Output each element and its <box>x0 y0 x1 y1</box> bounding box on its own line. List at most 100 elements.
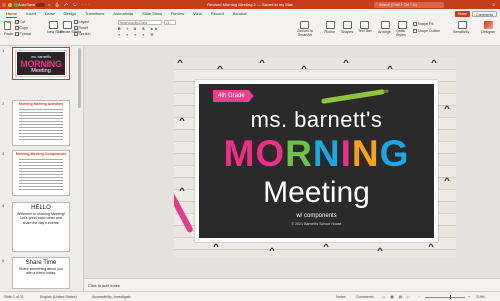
picture-icon[interactable] <box>326 21 335 29</box>
morning-letter: M <box>223 133 256 174</box>
thumbnail-body: Welcome to Morning Meeting! Let's greet … <box>17 212 65 225</box>
thumbnail-body: Share something about you with a friend … <box>19 267 63 276</box>
copy-button[interactable]: Copy <box>15 26 28 30</box>
slide-thumbnail-4[interactable]: HELLO Welcome to Morning Meeting! Let's … <box>12 202 70 252</box>
sensitivity-icon[interactable] <box>458 21 467 29</box>
font-name-field[interactable]: HelloVickyBoChina <box>118 20 162 25</box>
thumbnail-scrollbar[interactable] <box>78 48 81 108</box>
comments-button[interactable]: Comments <box>472 10 497 17</box>
green-marker-image <box>321 89 385 104</box>
ribbon: Paste Cut Copy Format New Slide Reuse Sl… <box>0 18 500 46</box>
tab-acrobat[interactable]: Acrobat <box>233 9 247 18</box>
paint-bucket-icon <box>413 22 417 26</box>
shapes-label[interactable]: Shapes <box>341 30 353 34</box>
shape-outline-button[interactable]: Shape Outline <box>413 29 440 33</box>
tab-home[interactable]: Home <box>6 9 18 18</box>
chevron-decoration: ^ <box>217 66 223 73</box>
layout-icon <box>74 20 78 24</box>
paste-button-label[interactable]: Paste <box>4 32 13 36</box>
font-format-buttons[interactable]: B I U S ab <box>118 27 160 31</box>
copy-label: Copy <box>19 26 28 30</box>
morning-letter: G <box>379 133 410 174</box>
reset-button[interactable]: Reset <box>74 26 88 30</box>
layout-button[interactable]: Layout <box>74 20 89 24</box>
tab-record[interactable]: Record <box>211 9 224 18</box>
chevron-decoration: ^ <box>301 66 307 73</box>
pen-icon <box>413 29 417 33</box>
convert-smartart-icon[interactable] <box>300 21 309 29</box>
tab-insert[interactable]: Insert <box>26 9 36 18</box>
slide-thumbnail-panel[interactable]: 1 ms. barnett's MORNING Meeting 2 Mornin… <box>0 46 84 291</box>
tab-review[interactable]: Review <box>171 9 184 18</box>
zoom-out-button[interactable]: − <box>418 292 420 301</box>
quick-styles-icon[interactable] <box>398 21 407 29</box>
designer-icon[interactable] <box>484 21 493 29</box>
zoom-in-button[interactable]: + <box>468 292 470 301</box>
picture-label[interactable]: Picture <box>324 30 335 34</box>
font-size-value: 26 <box>166 21 170 25</box>
slide[interactable]: ^ ^ ^ ^ ^ ^ ^ ^ ^ ^ ^ ^ ^ ^ ^ ^ 4th Grad… <box>174 58 456 257</box>
paste-icon[interactable] <box>4 20 11 30</box>
chevron-decoration: ^ <box>444 178 450 185</box>
text-box-icon[interactable] <box>360 21 369 29</box>
quick-styles-label[interactable]: Quick Styles <box>396 29 410 38</box>
slide-canvas: ^ ^ ^ ^ ^ ^ ^ ^ ^ ^ ^ ^ ^ ^ ^ ^ 4th Grad… <box>84 46 500 278</box>
cut-button[interactable]: Cut <box>15 20 25 24</box>
chevron-decoration: ^ <box>213 244 219 251</box>
tab-design[interactable]: Design <box>63 9 75 18</box>
thumbnail-text-lines <box>19 157 63 191</box>
convert-smartart-label[interactable]: Convert to SmartArt <box>292 29 318 38</box>
section-button[interactable]: Section <box>74 32 91 36</box>
share-button[interactable]: Share <box>454 10 470 17</box>
designer-label[interactable]: Designer <box>481 30 495 34</box>
search-input[interactable]: Search (Cmd + Ctrl + U) <box>374 1 444 8</box>
notes-toggle[interactable]: Notes <box>336 292 345 301</box>
tab-transitions[interactable]: Transitions <box>85 9 104 18</box>
reuse-slides-icon[interactable] <box>63 21 72 29</box>
zoom-level[interactable]: 119% <box>476 292 485 301</box>
chevron-decoration: ^ <box>428 244 434 251</box>
tab-slide-show[interactable]: Slide Show <box>142 9 162 18</box>
tab-view[interactable]: View <box>193 9 202 18</box>
format-painter-button[interactable]: Format <box>15 32 31 36</box>
view-mode-buttons[interactable]: ▭ ▦ ▤ ▷ <box>382 292 412 301</box>
arrange-icon[interactable] <box>381 21 390 29</box>
accessibility-checker[interactable]: Accessibility: Investigate <box>92 292 131 301</box>
zoom-slider[interactable] <box>425 296 465 298</box>
thumbnail-number: 1 <box>2 48 5 53</box>
thumbnail-number: 4 <box>2 203 5 208</box>
search-placeholder: Search (Cmd + Ctrl + U) <box>379 2 417 7</box>
chevron-decoration: ^ <box>377 248 383 255</box>
chevron-decoration: ^ <box>323 244 329 251</box>
section-icon <box>74 32 78 36</box>
slide-thumbnail-3[interactable]: Morning Meeting Components <box>12 150 70 196</box>
slide-thumbnail-1[interactable]: ms. barnett's MORNING Meeting <box>12 47 70 80</box>
zoom-slider-knob[interactable] <box>449 295 452 299</box>
title-bar: AutoSave ⌂ ⎙ ↶ ↻ ··· Revised Morning Mee… <box>0 0 500 9</box>
tab-animations[interactable]: Animations <box>113 9 133 18</box>
chevron-decoration: ^ <box>179 118 185 125</box>
account-icon[interactable]: ☺ <box>491 0 496 9</box>
morning-title: MORNING <box>199 133 434 175</box>
paragraph-buttons[interactable]: ≡ ≡ ≡ ≡ ☰ <box>118 33 156 37</box>
shapes-icon[interactable] <box>343 21 352 29</box>
comments-toggle[interactable]: Comments <box>356 292 373 301</box>
copy-icon <box>15 26 19 30</box>
slide-thumbnail-2[interactable]: Morning Meeting Activities <box>12 100 70 146</box>
language-indicator[interactable]: English (United States) <box>40 292 77 301</box>
font-size-field[interactable]: 26 <box>164 20 176 25</box>
morning-letter: R <box>285 133 313 174</box>
arrange-label[interactable]: Arrange <box>378 30 391 34</box>
chevron-decoration: ^ <box>343 60 349 67</box>
text-box-label[interactable]: Text Box <box>358 29 372 34</box>
notes-pane[interactable]: Click to add notes <box>84 278 500 291</box>
shape-fill-button[interactable]: Shape Fill <box>413 22 433 26</box>
grade-banner: 4th Grade <box>213 90 254 102</box>
new-slide-icon[interactable] <box>49 21 58 29</box>
tab-draw[interactable]: Draw <box>45 9 54 18</box>
slide-thumbnail-5[interactable]: Share Time Share something about you wit… <box>12 257 70 289</box>
reset-label: Reset <box>78 26 88 30</box>
thumbnail-board: ms. barnett's MORNING Meeting <box>15 50 67 77</box>
components-subtitle: w/ components <box>296 213 337 219</box>
sensitivity-label[interactable]: Sensitivity <box>453 30 469 34</box>
